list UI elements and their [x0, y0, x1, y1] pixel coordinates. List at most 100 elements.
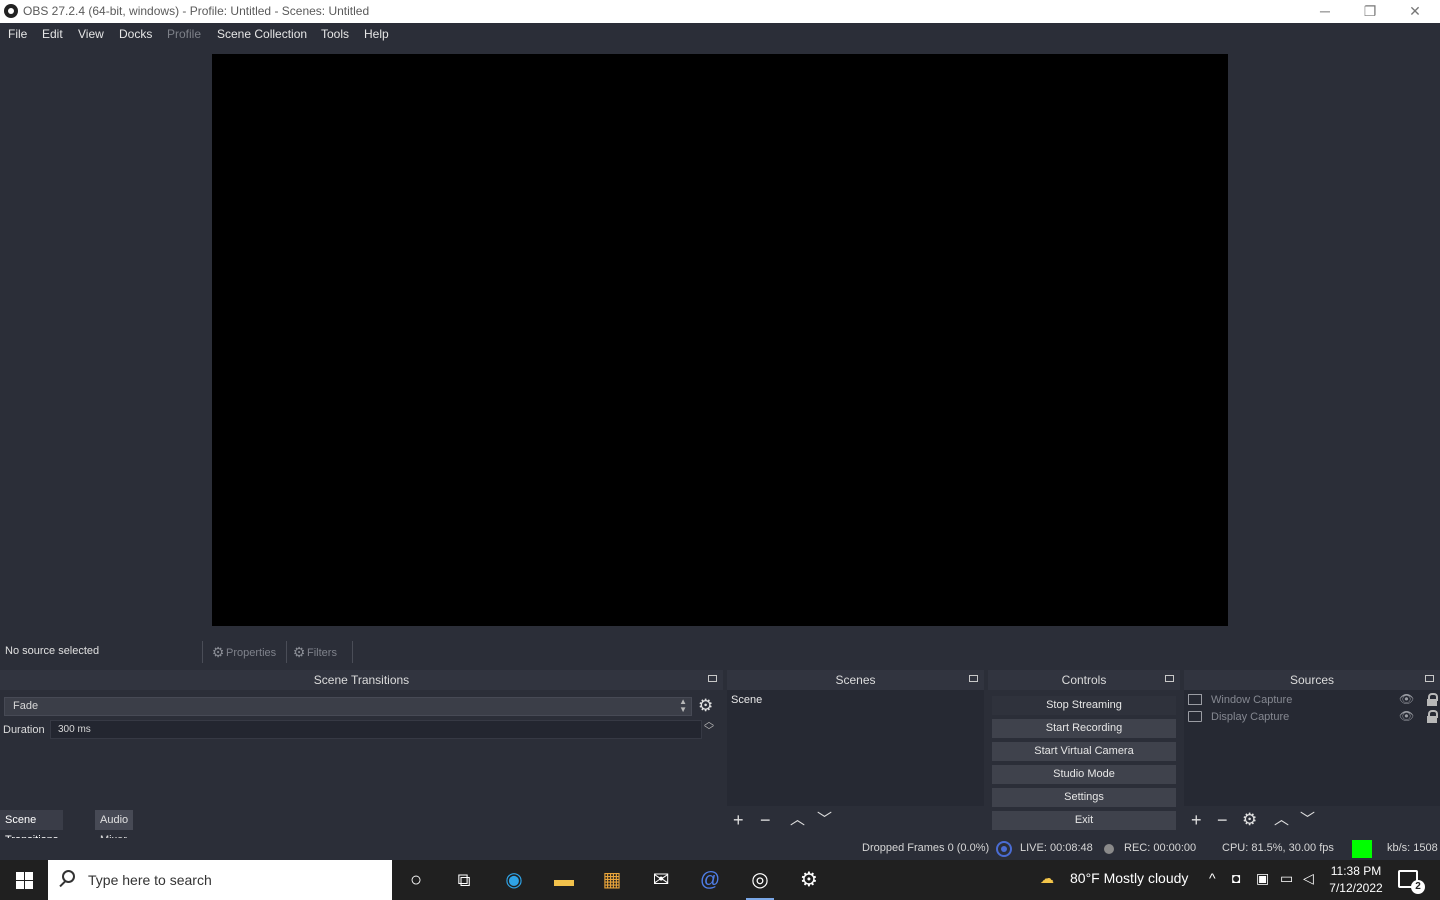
tray-app-icon[interactable]: ◘: [1232, 870, 1240, 886]
exit-button[interactable]: Exit: [992, 811, 1176, 830]
source-name: Display Capture: [1211, 711, 1290, 723]
scene-transitions-title: Scene Transitions: [0, 670, 723, 690]
status-bar: Dropped Frames 0 (0.0%) LIVE: 00:08:48 R…: [0, 838, 1440, 860]
studio-mode-button[interactable]: Studio Mode: [992, 765, 1176, 784]
volume-muted-icon[interactable]: ◁: [1303, 870, 1314, 887]
filters-button[interactable]: ⚙ Filters: [291, 641, 337, 663]
visibility-eye-icon[interactable]: 👁: [1399, 709, 1414, 723]
source-item[interactable]: Window Capture 👁: [1187, 692, 1438, 709]
sources-dock: Sources Window Capture 👁 Display Capture…: [1184, 670, 1440, 836]
obs-logo-icon: [4, 4, 18, 18]
source-item[interactable]: Display Capture 👁: [1187, 709, 1438, 726]
menu-docks[interactable]: Docks: [119, 27, 152, 41]
taskbar-clock[interactable]: 11:38 PM 7/12/2022: [1326, 863, 1386, 897]
cortana-icon[interactable]: ○: [392, 860, 440, 900]
start-button[interactable]: [0, 860, 48, 900]
close-button[interactable]: ✕: [1392, 0, 1438, 23]
settings-button[interactable]: Settings: [992, 788, 1176, 807]
menu-help[interactable]: Help: [364, 27, 389, 41]
menu-profile[interactable]: Profile: [167, 27, 201, 41]
add-source-plus-icon[interactable]: +: [1191, 809, 1202, 831]
toolbar-separator: [286, 641, 287, 663]
remove-scene-minus-icon[interactable]: −: [760, 809, 771, 831]
start-virtual-camera-button[interactable]: Start Virtual Camera: [992, 742, 1176, 761]
rec-time: REC: 00:00:00: [1124, 842, 1197, 854]
edge-browser-icon[interactable]: ◉: [490, 860, 538, 900]
scene-item[interactable]: Scene: [731, 694, 762, 706]
preview-canvas[interactable]: [212, 54, 1228, 626]
minimize-button[interactable]: ─: [1302, 0, 1348, 23]
filters-label: Filters: [307, 647, 337, 659]
transition-settings-gear-icon[interactable]: ⚙: [698, 696, 713, 716]
task-view-icon[interactable]: ⧉: [440, 860, 488, 900]
menu-edit[interactable]: Edit: [42, 27, 63, 41]
no-source-label: No source selected: [5, 645, 100, 657]
notification-count: 2: [1411, 880, 1425, 894]
cpu-fps: CPU: 81.5%, 30.00 fps: [1222, 842, 1334, 854]
move-source-down-icon[interactable]: ﹀: [1300, 809, 1315, 831]
float-dock-icon[interactable]: [968, 673, 978, 683]
obs-taskbar-icon[interactable]: ◎: [736, 860, 784, 900]
move-source-up-icon[interactable]: ︿: [1274, 809, 1289, 831]
record-dot-icon: [1104, 844, 1114, 854]
transition-select[interactable]: Fade ▲ ▼: [4, 697, 692, 716]
windows-logo-icon: [16, 872, 24, 880]
file-explorer-icon[interactable]: ▬: [540, 860, 588, 900]
gear-icon: ⚙: [211, 644, 225, 660]
monitor-icon: [1188, 711, 1202, 722]
stop-streaming-button[interactable]: Stop Streaming: [992, 696, 1176, 715]
at-app-icon[interactable]: @: [686, 860, 734, 900]
tab-scene-transitions[interactable]: Scene Transitions: [0, 810, 64, 846]
menu-view[interactable]: View: [78, 27, 104, 41]
store-icon[interactable]: ▦: [588, 860, 636, 900]
duration-input[interactable]: 300 ms: [50, 720, 702, 739]
connection-health-indicator: [1352, 840, 1372, 858]
window-icon: [1188, 694, 1202, 705]
live-broadcast-icon: [996, 841, 1012, 857]
tab-audio-mixer[interactable]: Audio Mixer: [95, 810, 134, 846]
start-recording-button[interactable]: Start Recording: [992, 719, 1176, 738]
source-name: Window Capture: [1211, 694, 1293, 706]
move-scene-up-icon[interactable]: ︿: [790, 809, 805, 831]
duration-value: 300 ms: [58, 724, 91, 735]
add-scene-plus-icon[interactable]: +: [733, 809, 744, 831]
window-title: OBS 27.2.4 (64-bit, windows) - Profile: …: [23, 4, 370, 18]
menu-tools[interactable]: Tools: [321, 27, 349, 41]
float-dock-icon[interactable]: [1424, 673, 1434, 683]
duration-label: Duration: [3, 724, 45, 736]
tray-network-icon[interactable]: ▣: [1256, 870, 1269, 887]
menu-file[interactable]: File: [8, 27, 27, 41]
settings-gear-icon[interactable]: ⚙: [785, 860, 833, 900]
move-scene-down-icon[interactable]: ﹀: [817, 809, 832, 831]
toolbar-separator: [352, 641, 353, 663]
properties-label: Properties: [226, 647, 277, 659]
sources-title: Sources: [1184, 670, 1440, 690]
menu-bar: File Edit View Docks Profile Scene Colle…: [0, 23, 1440, 45]
taskbar-search[interactable]: Type here to search: [48, 860, 392, 900]
windows-logo-icon: [16, 881, 24, 889]
float-dock-icon[interactable]: [707, 673, 717, 683]
select-arrows-icon: ▲ ▼: [679, 697, 687, 714]
lock-icon[interactable]: [1427, 710, 1438, 723]
duration-spinner-icon[interactable]: ︿ ﹀: [704, 718, 714, 737]
sources-list: Window Capture 👁 Display Capture 👁: [1184, 690, 1440, 806]
float-dock-icon[interactable]: [1164, 673, 1174, 683]
dropped-frames: Dropped Frames 0 (0.0%): [862, 842, 990, 854]
windows-logo-icon: [25, 881, 33, 889]
menu-scene-collection[interactable]: Scene Collection: [217, 27, 307, 41]
controls-title: Controls: [988, 670, 1180, 690]
restore-button[interactable]: ❐: [1347, 0, 1393, 23]
visibility-eye-icon[interactable]: 👁: [1399, 692, 1414, 706]
lock-icon[interactable]: [1427, 693, 1438, 706]
notification-center-icon[interactable]: 2: [1398, 870, 1425, 894]
windows-taskbar: Type here to search ○ ⧉ ◉ ▬ ▦ ✉ @ ◎ ⚙ ☁ …: [0, 860, 1440, 900]
mail-icon[interactable]: ✉: [637, 860, 685, 900]
remove-source-minus-icon[interactable]: −: [1217, 809, 1228, 831]
weather-cloud-icon: ☁: [1040, 870, 1054, 886]
properties-button[interactable]: ⚙ Properties: [210, 641, 276, 663]
tray-chevron-up-icon[interactable]: ^: [1209, 870, 1216, 886]
bitrate: kb/s: 1508: [1387, 842, 1438, 854]
tray-display-icon[interactable]: ▭: [1280, 870, 1293, 887]
source-properties-gear-icon[interactable]: ⚙: [1242, 809, 1257, 831]
weather-text[interactable]: 80°F Mostly cloudy: [1070, 870, 1188, 886]
